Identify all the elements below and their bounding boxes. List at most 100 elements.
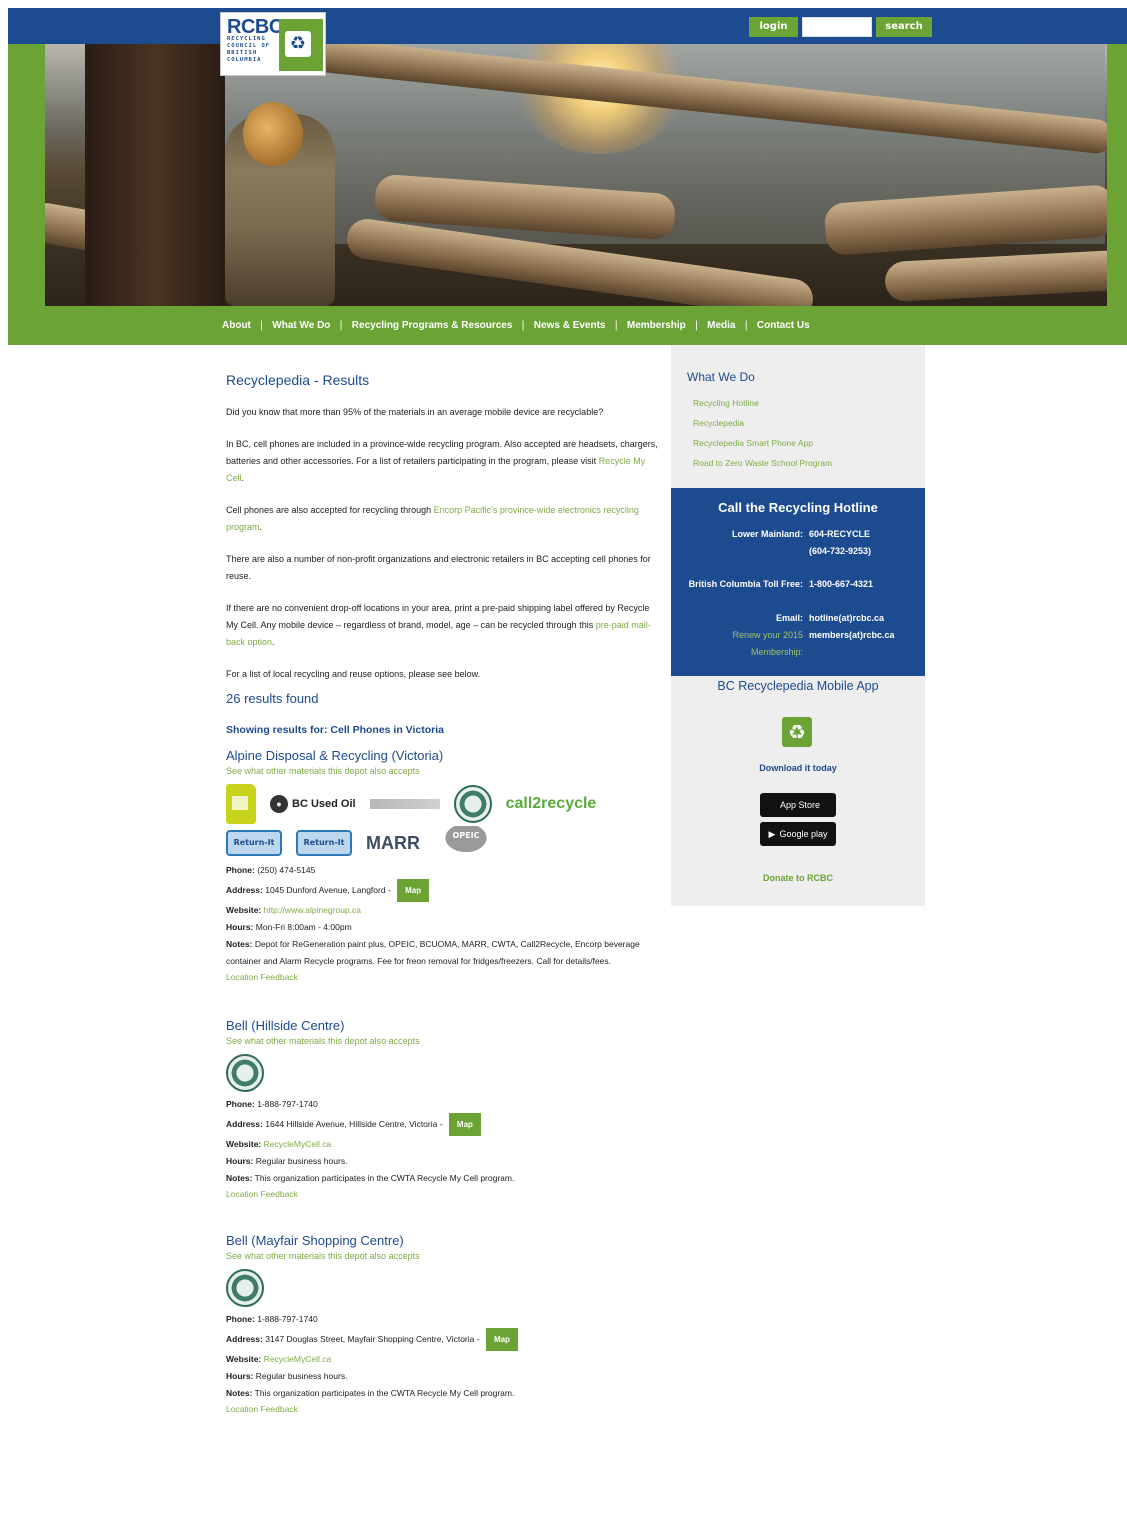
app-store-button[interactable]: App Store xyxy=(760,793,836,817)
also-accepts-link[interactable]: See what other materials this depot also… xyxy=(226,764,662,778)
depot-listing: Bell (Mayfair Shopping Centre) See what … xyxy=(226,1233,662,1416)
phone-line: Phone: 1-888-797-1740 xyxy=(226,1311,662,1328)
marr-logo: MARR xyxy=(366,832,420,853)
nav-contact-us[interactable]: Contact Us xyxy=(757,320,810,331)
website-link[interactable]: RecycleMyCell.ca xyxy=(264,1354,332,1364)
phone-line: Phone: (250) 474-5145 xyxy=(226,862,662,879)
hours-line: Hours: Mon-Fri 8:00am - 4:00pm xyxy=(226,919,662,936)
notes-value: Depot for ReGeneration paint plus, OPEIC… xyxy=(226,939,640,966)
notes-value: This organization participates in the CW… xyxy=(254,1388,515,1398)
search-input[interactable] xyxy=(802,17,872,37)
rcbc-logo[interactable]: RCBC RECYCLING COUNCIL OF BRITISH COLUMB… xyxy=(220,12,326,76)
paragraph-text: . xyxy=(272,637,275,647)
also-accepts-link[interactable]: See what other materials this depot also… xyxy=(226,1249,662,1263)
nav-what-we-do[interactable]: What We Do xyxy=(272,320,330,331)
encorp-paragraph: Cell phones are also accepted for recycl… xyxy=(226,502,662,536)
map-button[interactable]: Map xyxy=(485,1328,518,1351)
address-line: Address: 3147 Douglas Street, Mayfair Sh… xyxy=(226,1328,662,1351)
renew-membership-link[interactable]: Renew your 2015 Membership: xyxy=(711,627,803,661)
members-email-value[interactable]: members(at)rcbc.ca xyxy=(809,627,895,644)
hero-image xyxy=(45,44,1107,306)
nav-recycling-programs[interactable]: Recycling Programs & Resources xyxy=(352,320,513,331)
website-link[interactable]: http://www.alpinegroup.ca xyxy=(264,905,361,915)
hours-label: Hours: xyxy=(226,1156,254,1166)
sidebar-item-smart-phone-app[interactable]: Recyclepedia Smart Phone App xyxy=(693,433,832,453)
phone-label: Phone: xyxy=(226,1099,255,1109)
paragraph-text: . xyxy=(259,522,263,532)
main-content: Recyclepedia - Results Did you know that… xyxy=(226,372,662,1438)
recycle-icon: ♻ xyxy=(285,31,311,57)
nav-media[interactable]: Media xyxy=(707,320,735,331)
call2recycle-logo: call2recycle xyxy=(505,795,597,812)
phone-value: (250) 474-5145 xyxy=(257,865,316,875)
address-label: Address: xyxy=(226,1118,263,1129)
paragraph-text: Cell phones are also accepted for recycl… xyxy=(226,505,434,515)
top-bar xyxy=(8,8,1127,44)
hours-value: Mon-Fri 8:00am - 4:00pm xyxy=(255,922,352,932)
address-line: Address: 1045 Dunford Avenue, Langford -… xyxy=(226,879,662,902)
sidebar-item-recyclepedia[interactable]: Recyclepedia xyxy=(693,413,832,433)
website-label: Website: xyxy=(226,905,262,915)
bc-used-oil-text: BC Used Oil xyxy=(292,798,356,810)
main-nav: About | What We Do | Recycling Programs … xyxy=(222,316,810,334)
oil-drop-icon: ● xyxy=(270,795,288,813)
lower-mainland-value[interactable]: 604-RECYCLE xyxy=(809,526,870,543)
address-line: Address: 1644 Hillside Avenue, Hillside … xyxy=(226,1113,662,1136)
depot-listing: Alpine Disposal & Recycling (Victoria) S… xyxy=(226,748,662,984)
lower-mainland-value-numeric[interactable]: (604-732-9253) xyxy=(809,543,871,560)
google-play-label: Google play xyxy=(779,829,828,839)
phone-line: Phone: 1-888-797-1740 xyxy=(226,1096,662,1113)
website-label: Website: xyxy=(226,1354,262,1364)
google-play-button[interactable]: ▶ Google play xyxy=(760,822,836,846)
paragraph-text: In BC, cell phones are included in a pro… xyxy=(226,439,658,466)
recyclepedia-app-icon[interactable]: ♻ xyxy=(782,717,812,747)
map-button[interactable]: Map xyxy=(448,1113,481,1136)
website-link[interactable]: RecycleMyCell.ca xyxy=(264,1139,332,1149)
phone-value: 1-888-797-1740 xyxy=(257,1314,318,1324)
hours-line: Hours: Regular business hours. xyxy=(226,1368,662,1385)
intro-paragraph: Did you know that more than 95% of the m… xyxy=(226,407,604,417)
nav-separator: | xyxy=(744,319,748,331)
website-line: Website: RecycleMyCell.ca xyxy=(226,1351,662,1368)
notes-label: Notes: xyxy=(226,1388,253,1398)
nav-about[interactable]: About xyxy=(222,320,251,331)
location-feedback-link[interactable]: Location Feedback xyxy=(226,1187,662,1201)
return-it-logo: Return-It xyxy=(296,830,352,856)
address-value: 1045 Dunford Avenue, Langford - xyxy=(265,884,394,895)
toll-free-value[interactable]: 1-800-667-4321 xyxy=(809,576,873,593)
depot-name[interactable]: Bell (Hillside Centre) xyxy=(226,1018,662,1034)
mobile-app-title: BC Recyclepedia Mobile App xyxy=(717,679,879,693)
notes-label: Notes: xyxy=(226,1173,253,1183)
depot-name[interactable]: Bell (Mayfair Shopping Centre) xyxy=(226,1233,662,1249)
return-it-logo: Return-It xyxy=(226,830,282,856)
website-line: Website: RecycleMyCell.ca xyxy=(226,1136,662,1153)
program-logos: ● BC Used Oil call2recycle xyxy=(226,784,626,824)
phone-value: 1-888-797-1740 xyxy=(257,1099,318,1109)
sidebar-item-recycling-hotline[interactable]: Recycling Hotline xyxy=(693,393,832,413)
hero-log xyxy=(884,249,1107,303)
hero-adult xyxy=(85,44,225,306)
cwta-recycle-logo xyxy=(226,1269,264,1307)
phone-label: Phone: xyxy=(226,1314,255,1324)
login-button[interactable]: login xyxy=(749,17,798,37)
email-value[interactable]: hotline(at)rcbc.ca xyxy=(809,610,884,627)
paragraph-text: . xyxy=(241,473,245,483)
sidebar: What We Do Recycling Hotline Recyclepedi… xyxy=(671,345,925,906)
toll-free-label: British Columbia Toll Free: xyxy=(688,579,803,589)
location-feedback-link[interactable]: Location Feedback xyxy=(226,970,662,984)
nav-membership[interactable]: Membership xyxy=(627,320,686,331)
nav-news-events[interactable]: News & Events xyxy=(534,320,606,331)
also-accepts-link[interactable]: See what other materials this depot also… xyxy=(226,1034,662,1048)
bc-used-oil-logo: ● BC Used Oil xyxy=(270,795,356,813)
sidebar-item-road-to-zero-waste[interactable]: Road to Zero Waste School Program xyxy=(693,453,832,473)
search-button[interactable]: search xyxy=(876,17,932,37)
map-button[interactable]: Map xyxy=(397,879,430,902)
hero-child-head xyxy=(243,102,303,166)
page-title: Recyclepedia - Results xyxy=(226,372,370,388)
nav-separator: | xyxy=(694,319,699,331)
notes-line: Notes: This organization participates in… xyxy=(226,1385,662,1402)
donate-link[interactable]: Donate to RCBC xyxy=(671,873,925,883)
location-feedback-link[interactable]: Location Feedback xyxy=(226,1402,662,1416)
depot-name[interactable]: Alpine Disposal & Recycling (Victoria) xyxy=(226,748,662,764)
website-line: Website: http://www.alpinegroup.ca xyxy=(226,902,662,919)
